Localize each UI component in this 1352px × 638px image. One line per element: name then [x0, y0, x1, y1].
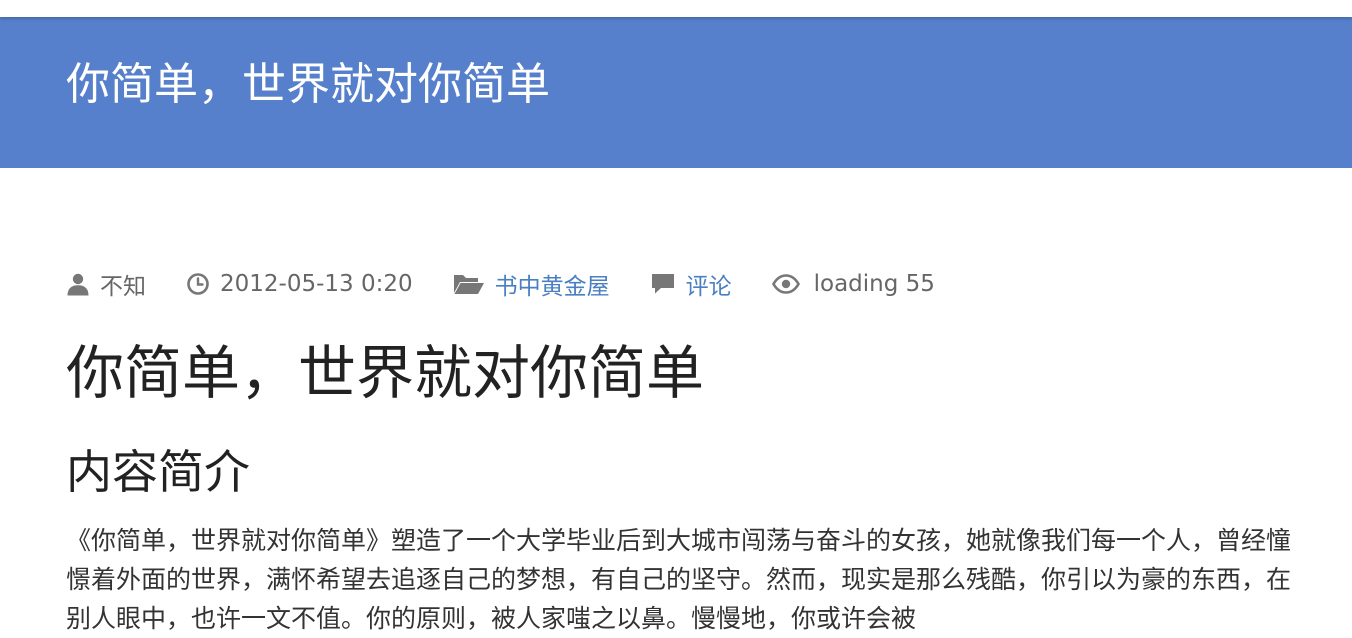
meta-author: 不知	[66, 267, 146, 301]
post-title: 你简单，世界就对你简单	[66, 339, 705, 407]
user-icon	[66, 272, 90, 296]
site-header: 你简单，世界就对你简单	[0, 17, 1352, 168]
category-link[interactable]: 书中黄金屋	[495, 267, 610, 301]
meta-comments: 评论	[650, 267, 732, 301]
browser-top-strip	[0, 0, 1352, 17]
meta-views: loading 55	[771, 271, 935, 297]
view-count: loading 55	[813, 271, 935, 297]
meta-date: 2012-05-13 0:20	[186, 271, 413, 297]
post-meta: 不知 2012-05-13 0:20 书中黄金屋 评论 loading 55	[66, 268, 935, 300]
site-title-link[interactable]: 你简单，世界就对你简单	[66, 63, 550, 107]
section-title: 内容简介	[66, 445, 250, 499]
post-summary: 《你简单，世界就对你简单》塑造了一个大学毕业后到大城市闯荡与奋斗的女孩，她就像我…	[66, 526, 1292, 633]
post-date: 2012-05-13 0:20	[220, 271, 413, 297]
comments-link[interactable]: 评论	[686, 267, 732, 301]
eye-icon	[771, 272, 800, 296]
folder-open-icon	[453, 272, 485, 296]
comment-icon	[650, 272, 676, 296]
meta-category: 书中黄金屋	[453, 267, 610, 301]
author-name: 不知	[100, 274, 146, 300]
clock-icon	[186, 272, 210, 296]
